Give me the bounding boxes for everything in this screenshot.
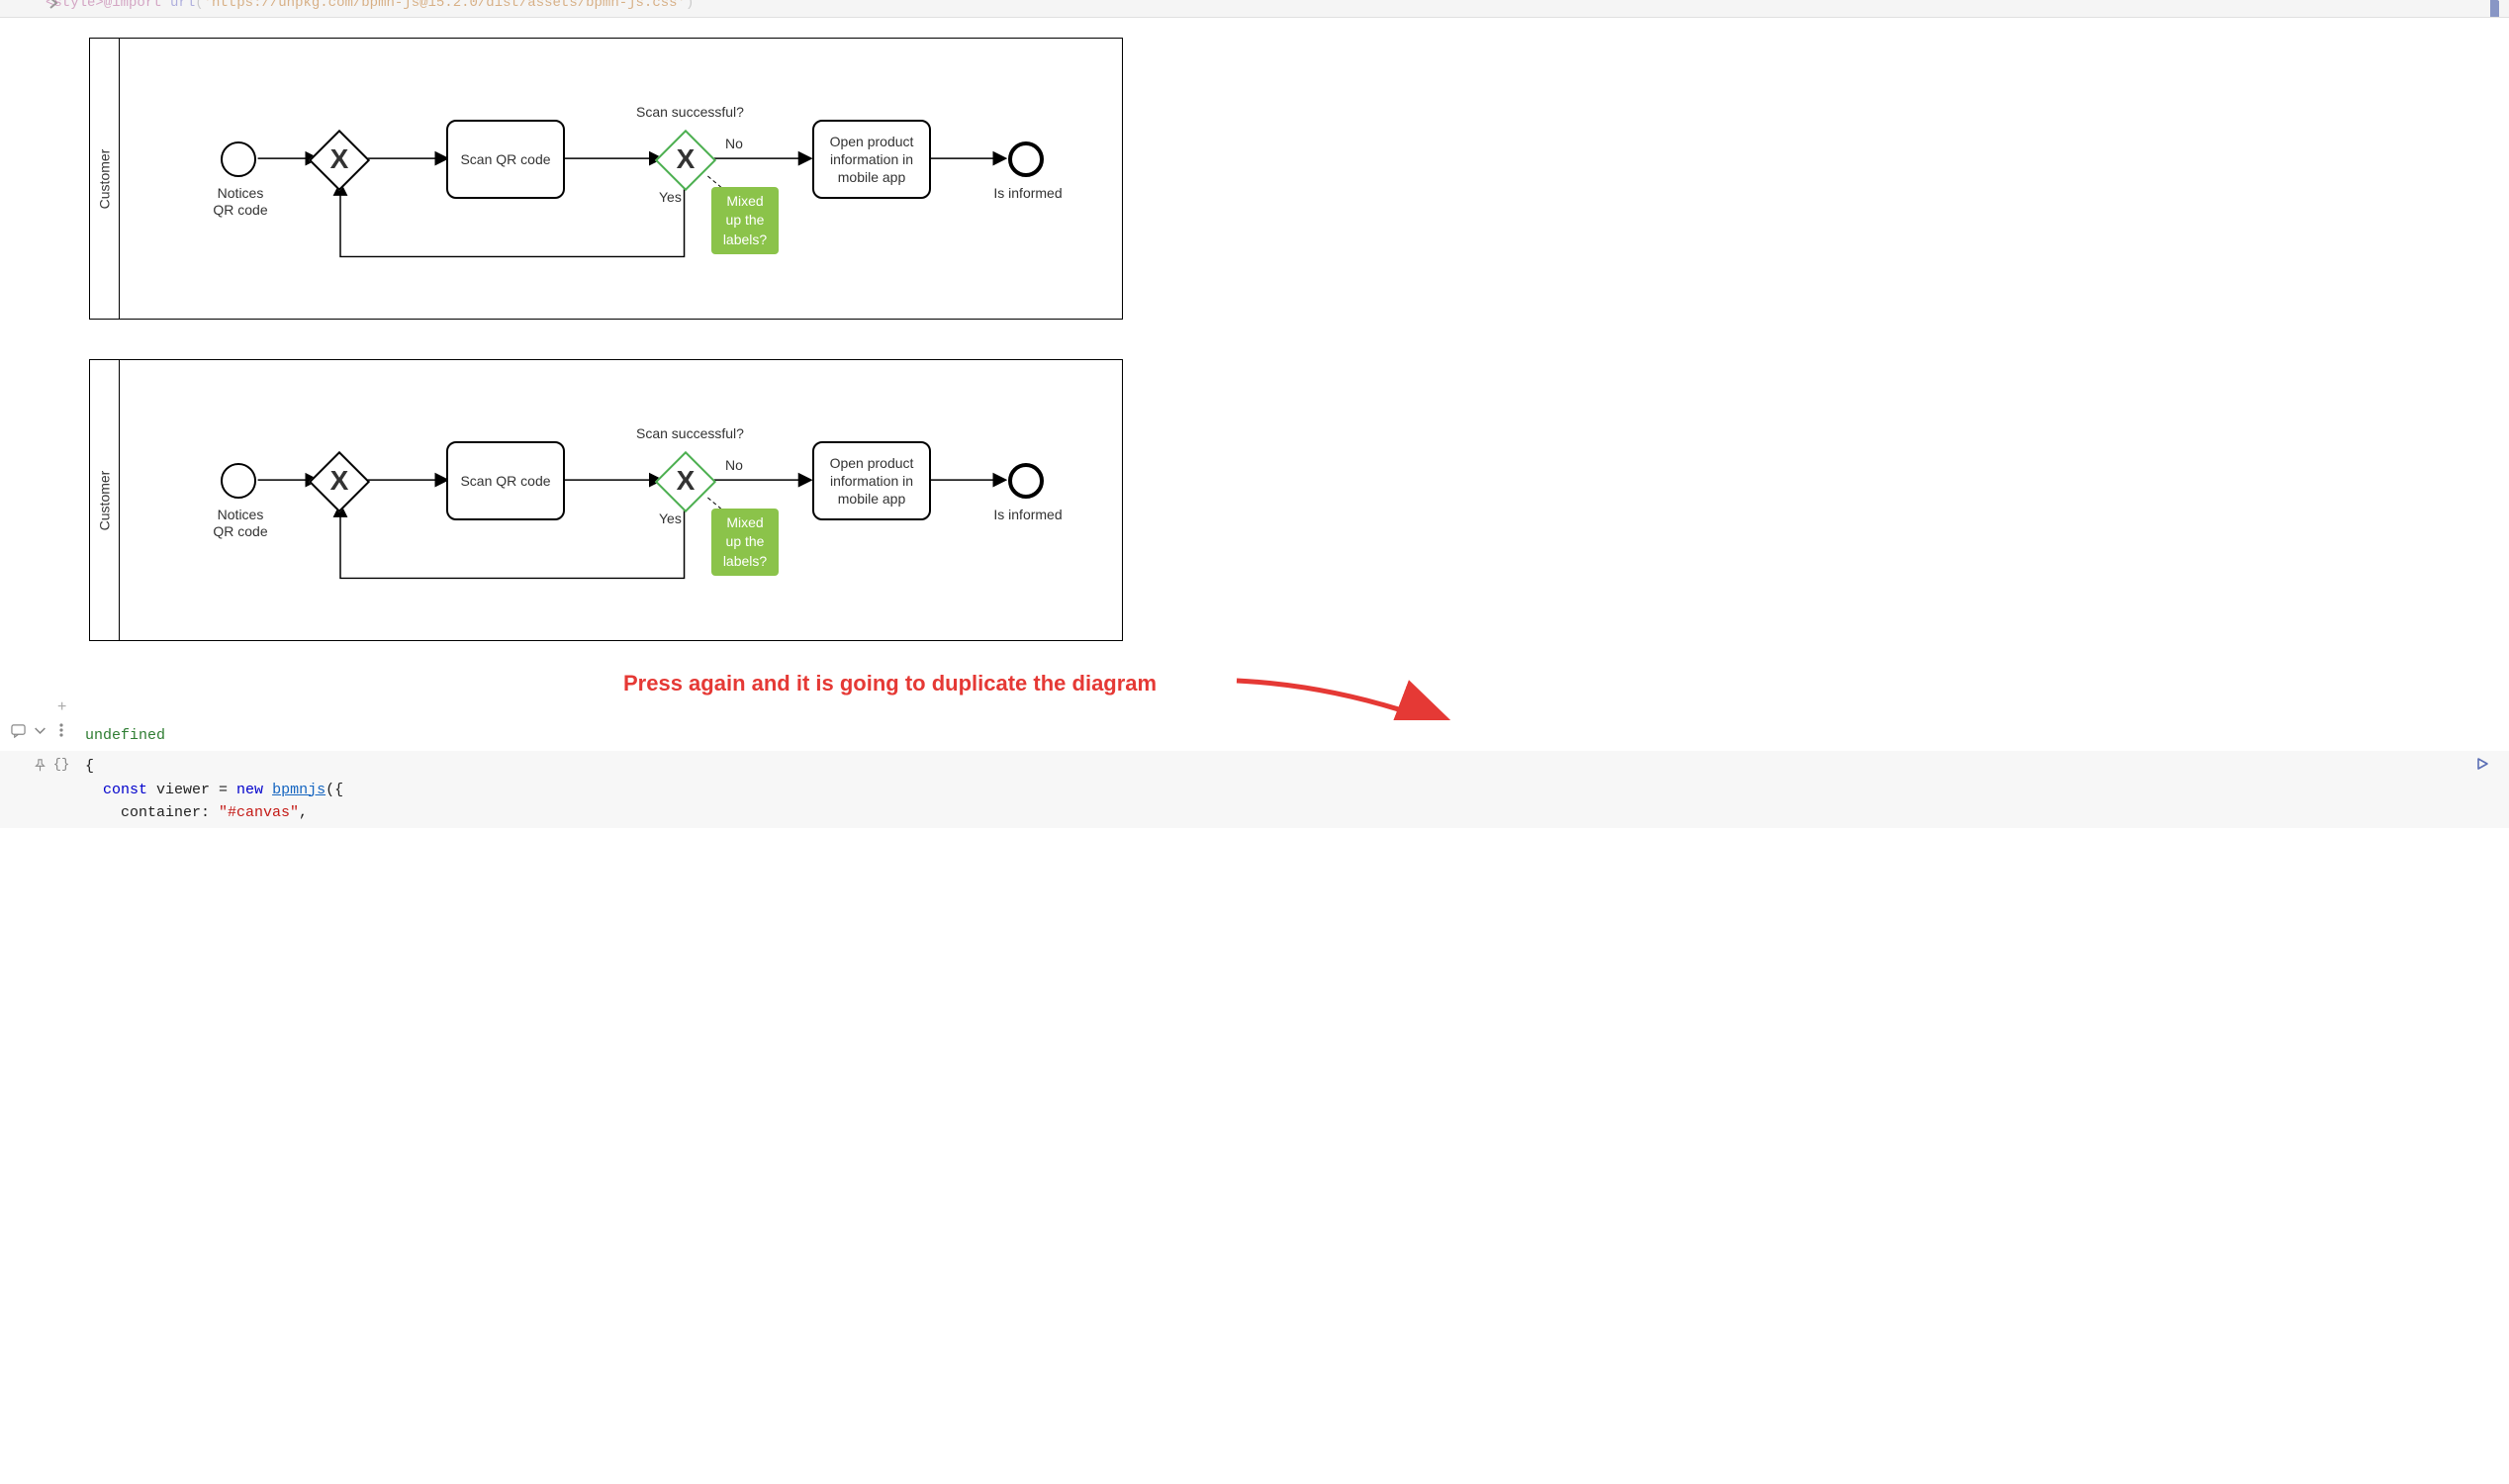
gateway-merge[interactable] bbox=[309, 130, 370, 191]
bpmn-diagram-1[interactable]: Customer bbox=[89, 38, 2479, 320]
end-event[interactable] bbox=[1008, 141, 1044, 177]
output-content: undefined bbox=[77, 722, 2509, 749]
gateway-question-label: Scan successful? bbox=[636, 104, 744, 120]
play-icon bbox=[2475, 757, 2489, 771]
gateway-question-label: Scan successful? bbox=[636, 425, 744, 441]
lane-body[interactable]: Notices QR code X Scan QR code X Scan su… bbox=[120, 39, 1122, 319]
start-event[interactable] bbox=[221, 463, 256, 499]
cell-output-area: Customer bbox=[0, 18, 2509, 720]
lane-label: Customer bbox=[97, 470, 113, 530]
flow-lines bbox=[120, 39, 1122, 319]
gateway-merge[interactable] bbox=[309, 451, 370, 512]
lane-header: Customer bbox=[90, 360, 120, 640]
add-cell-icon[interactable]: + bbox=[57, 698, 66, 716]
flow-label-no: No bbox=[725, 457, 743, 473]
end-event-label: Is informed bbox=[988, 185, 1068, 202]
flow-label-yes: Yes bbox=[659, 510, 682, 526]
lane-header: Customer bbox=[90, 39, 120, 319]
cell-gutter bbox=[0, 722, 77, 738]
output-value: undefined bbox=[85, 727, 165, 744]
cell-output-row: + undefined bbox=[0, 720, 2509, 751]
text-annotation[interactable]: Mixed up the labels? bbox=[711, 187, 779, 254]
top-cell-header: <style>@import url('https://unpkg.com/bp… bbox=[0, 0, 2509, 18]
start-event[interactable] bbox=[221, 141, 256, 177]
bpmn-pool: Customer bbox=[89, 38, 1123, 320]
task-open-product[interactable]: Open product information in mobile app bbox=[812, 120, 931, 199]
flow-label-yes: Yes bbox=[659, 189, 682, 205]
start-event-label: Notices QR code bbox=[201, 185, 280, 219]
task-open-product[interactable]: Open product information in mobile app bbox=[812, 441, 931, 520]
lane-body[interactable]: Notices QR code X Scan QR code X Scan su… bbox=[120, 360, 1122, 640]
user-annotation-layer: Press again and it is going to duplicate… bbox=[89, 681, 2479, 720]
play-icon bbox=[2490, 0, 2499, 18]
run-cell-button[interactable] bbox=[2475, 757, 2489, 774]
text-annotation[interactable]: Mixed up the labels? bbox=[711, 509, 779, 576]
top-code-line: <style>@import url('https://unpkg.com/bp… bbox=[46, 0, 694, 11]
cell-gutter: {} bbox=[0, 753, 77, 773]
annotation-text: Press again and it is going to duplicate… bbox=[623, 671, 1157, 696]
gateway-decision[interactable] bbox=[655, 451, 716, 512]
task-scan-qr[interactable]: Scan QR code bbox=[446, 120, 565, 199]
task-scan-qr[interactable]: Scan QR code bbox=[446, 441, 565, 520]
end-event-label: Is informed bbox=[988, 507, 1068, 523]
code-cell[interactable]: {} { const viewer = new bpmnjs({ contain… bbox=[0, 751, 2509, 828]
bpmn-diagram-2[interactable]: Customer N bbox=[89, 359, 2479, 641]
flow-label-no: No bbox=[725, 136, 743, 151]
end-event[interactable] bbox=[1008, 463, 1044, 499]
lane-label: Customer bbox=[97, 148, 113, 209]
expand-output-icon[interactable] bbox=[32, 722, 47, 738]
code-editor[interactable]: { const viewer = new bpmnjs({ container:… bbox=[77, 753, 2509, 826]
braces-icon[interactable]: {} bbox=[53, 757, 69, 773]
bpmn-pool: Customer N bbox=[89, 359, 1123, 641]
flow-lines bbox=[120, 360, 1122, 640]
start-event-label: Notices QR code bbox=[201, 507, 280, 540]
pin-icon[interactable] bbox=[32, 757, 47, 773]
cell-menu-icon[interactable] bbox=[53, 722, 69, 738]
notebook-cells: + undefined {} { const viewer = new bpmn… bbox=[0, 720, 2509, 828]
gateway-decision[interactable] bbox=[655, 130, 716, 191]
run-cell-button[interactable] bbox=[2490, 1, 2499, 17]
comment-icon[interactable] bbox=[10, 722, 26, 738]
